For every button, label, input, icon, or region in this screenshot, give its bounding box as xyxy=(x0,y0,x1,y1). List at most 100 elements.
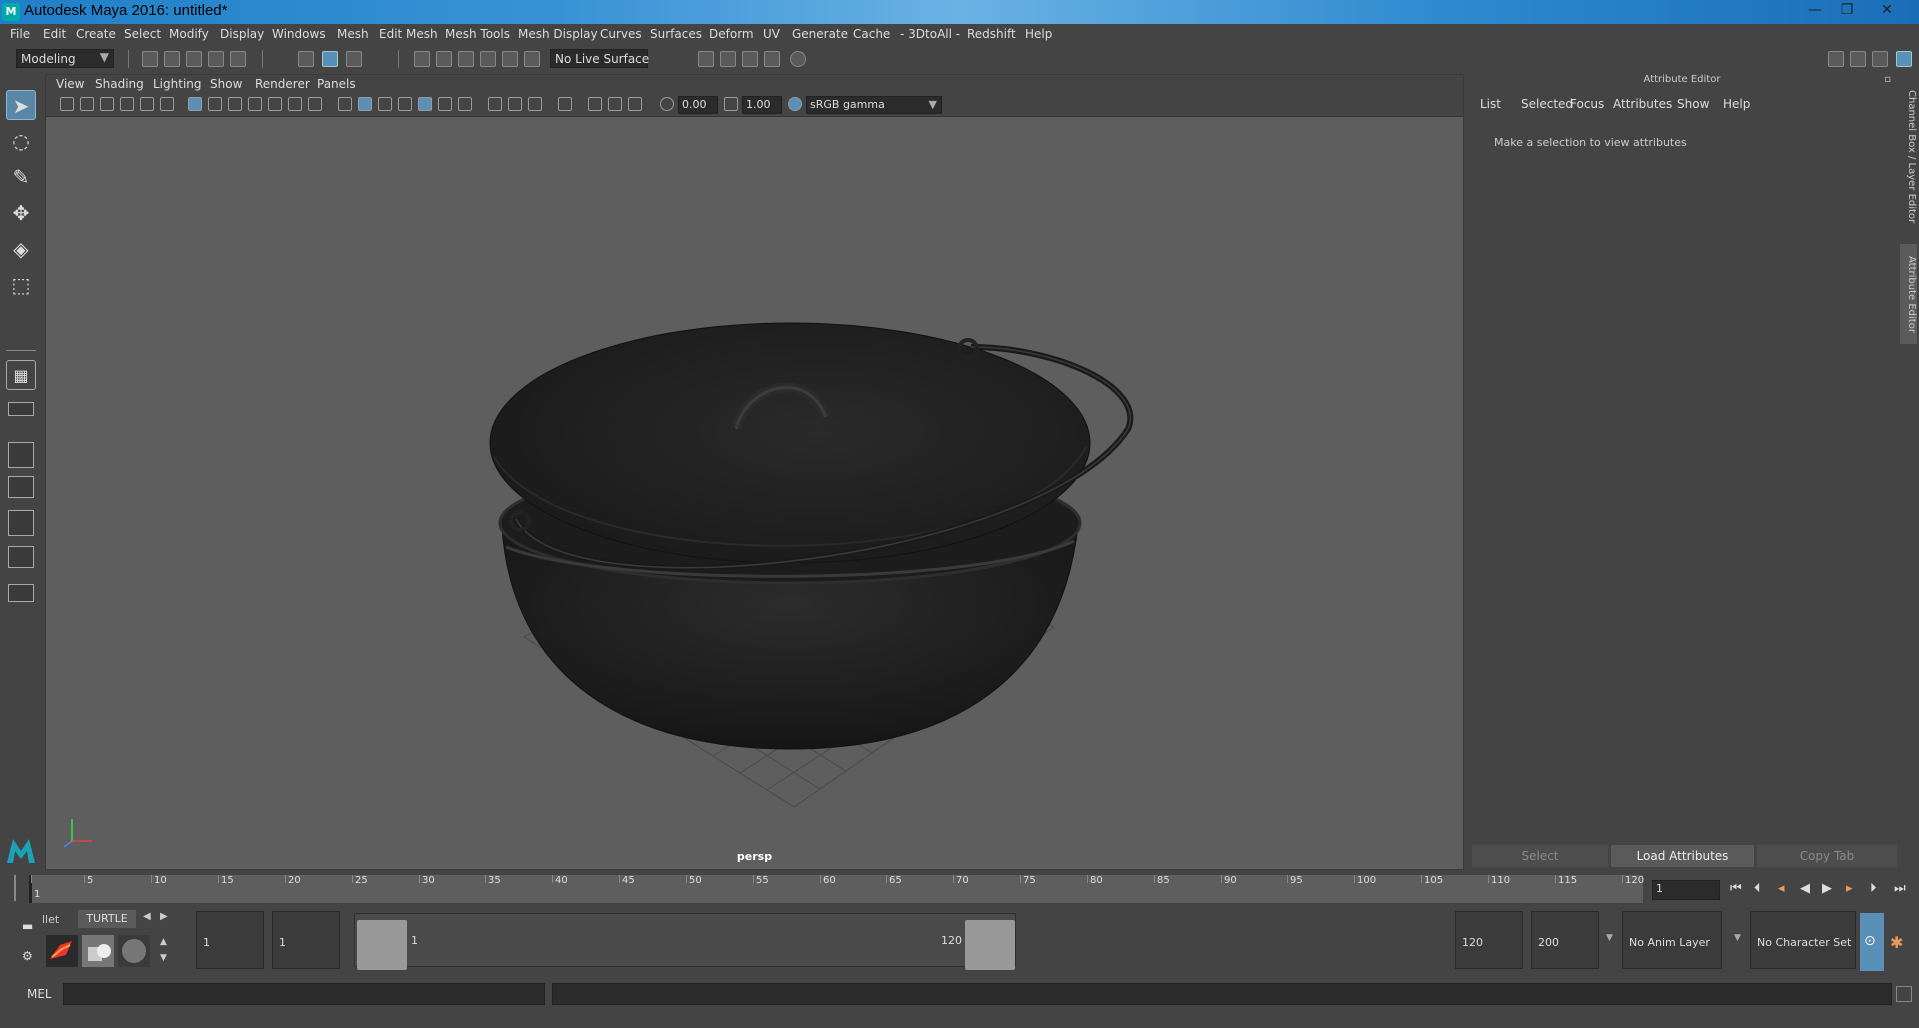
shelf-settings-gear-icon[interactable]: ⚙ xyxy=(22,949,33,963)
script-editor-icon[interactable] xyxy=(1896,986,1912,1002)
xray-icon[interactable] xyxy=(588,97,602,111)
range-end-handle[interactable] xyxy=(965,920,1015,970)
menu-mesh[interactable]: Mesh xyxy=(337,27,369,41)
render-view-icon[interactable] xyxy=(698,51,714,67)
attr-menu-show[interactable]: Show xyxy=(1677,97,1709,111)
menu-3dtoall[interactable]: - 3DtoAll - xyxy=(900,27,960,41)
auto-key-toggle[interactable]: ⊙ xyxy=(1860,913,1884,971)
new-scene-icon[interactable] xyxy=(142,51,158,67)
playback-end-field[interactable]: 120 xyxy=(1455,911,1523,969)
attribute-editor-toggle-icon[interactable] xyxy=(1872,51,1888,67)
color-space-dropdown[interactable]: sRGB gamma ▼ xyxy=(806,96,942,114)
maya-app-icon[interactable]: M xyxy=(2,3,20,21)
gate-mask-icon[interactable] xyxy=(248,97,262,111)
grid-toggle-icon[interactable] xyxy=(188,97,202,111)
menu-display[interactable]: Display xyxy=(220,27,264,41)
panel-menu-lighting[interactable]: Lighting xyxy=(153,77,202,91)
panel-menu-shading[interactable]: Shading xyxy=(95,77,144,91)
minimize-button[interactable]: — xyxy=(1800,0,1830,20)
attr-menu-list[interactable]: List xyxy=(1480,97,1501,111)
menu-mesh-tools[interactable]: Mesh Tools xyxy=(445,27,510,41)
go-to-start-icon[interactable]: ⏮ xyxy=(1730,881,1742,896)
move-tool-icon[interactable]: ✥ xyxy=(6,198,36,228)
panel-menu-renderer[interactable]: Renderer xyxy=(255,77,310,91)
save-scene-icon[interactable] xyxy=(186,51,202,67)
paint-select-tool-icon[interactable]: ✎ xyxy=(6,162,36,192)
select-by-hierarchy-icon[interactable] xyxy=(298,51,314,67)
safe-action-icon[interactable] xyxy=(288,97,302,111)
mel-label[interactable]: MEL xyxy=(27,987,52,1001)
xray-joints-icon[interactable] xyxy=(608,97,622,111)
outliner-persp-graph-layout-icon[interactable] xyxy=(8,546,34,568)
anti-aliasing-icon[interactable] xyxy=(528,97,542,111)
menu-modify[interactable]: Modify xyxy=(169,27,209,41)
exposure-field[interactable]: 0.00 xyxy=(678,96,718,114)
snap-live-icon[interactable] xyxy=(502,51,518,67)
tab-channel-box[interactable]: Channel Box / Layer Editor xyxy=(1900,82,1917,232)
shelf-up-icon[interactable]: ▲ xyxy=(160,937,167,947)
current-frame-field[interactable]: 1 xyxy=(1652,880,1720,900)
time-slider[interactable]: 1 5 10 15 20 25 30 35 40 45 50 55 60 65 70 75 80 85 90 95 10… xyxy=(0,872,1919,904)
field-chart-icon[interactable] xyxy=(268,97,282,111)
channel-box-toggle-icon[interactable] xyxy=(1850,51,1866,67)
hypershade-icon[interactable] xyxy=(790,51,806,67)
shelf-scroll-right-icon[interactable]: ▶ xyxy=(160,911,168,922)
viewport-panel[interactable]: View Shading Lighting Show Renderer Pane… xyxy=(45,74,1464,870)
persp-graph-layout-icon[interactable] xyxy=(8,476,34,498)
load-attributes-button[interactable]: Load Attributes xyxy=(1611,845,1754,867)
snap-point-icon[interactable] xyxy=(458,51,474,67)
smooth-shade-icon[interactable] xyxy=(358,97,372,111)
gamma-field[interactable]: 1.00 xyxy=(742,96,782,114)
live-surface-field[interactable]: No Live Surface xyxy=(550,49,649,68)
shelf-scroll-left-icon[interactable]: ◀ xyxy=(143,911,151,922)
range-start-handle[interactable] xyxy=(357,920,407,970)
four-view-layout-icon[interactable] xyxy=(8,402,34,416)
menu-surfaces[interactable]: Surfaces xyxy=(650,27,702,41)
menu-redshift[interactable]: Redshift xyxy=(967,27,1016,41)
turtle-render-icon[interactable] xyxy=(46,935,78,967)
go-to-end-icon[interactable]: ⏭ xyxy=(1894,881,1906,896)
screen-space-ao-icon[interactable] xyxy=(488,97,502,111)
tab-attribute-editor[interactable]: Attribute Editor xyxy=(1900,244,1917,344)
custom-layout-icon[interactable] xyxy=(8,584,34,602)
color-management-icon[interactable] xyxy=(788,97,802,111)
menu-select[interactable]: Select xyxy=(124,27,161,41)
use-all-lights-icon[interactable] xyxy=(438,97,452,111)
grease-pencil-icon[interactable] xyxy=(160,97,174,111)
shadows-icon[interactable] xyxy=(458,97,472,111)
select-by-object-icon[interactable] xyxy=(322,51,338,67)
step-forward-icon[interactable]: ⏵ xyxy=(1870,881,1877,896)
film-gate-icon[interactable] xyxy=(208,97,222,111)
step-back-icon[interactable]: ⏴ xyxy=(1754,881,1761,896)
ipr-render-icon[interactable] xyxy=(742,51,758,67)
redo-icon[interactable] xyxy=(230,51,246,67)
layer-editor-toggle-icon[interactable] xyxy=(1896,51,1912,67)
snap-grid-icon[interactable] xyxy=(414,51,430,67)
turtle-bake-icon[interactable] xyxy=(82,935,114,967)
camera-attributes-icon[interactable] xyxy=(80,97,94,111)
xray-components-icon[interactable] xyxy=(628,97,642,111)
image-plane-icon[interactable] xyxy=(120,97,134,111)
playback-start-field[interactable]: 1 xyxy=(272,911,340,969)
persp-outliner-layout-icon[interactable] xyxy=(8,510,34,536)
menu-edit[interactable]: Edit xyxy=(43,27,66,41)
undo-icon[interactable] xyxy=(208,51,224,67)
anim-layer-dropdown[interactable]: No Anim Layer xyxy=(1622,911,1722,969)
resolution-gate-icon[interactable] xyxy=(228,97,242,111)
menu-curves[interactable]: Curves xyxy=(600,27,642,41)
render-settings-icon[interactable] xyxy=(764,51,780,67)
attr-menu-focus[interactable]: Focus xyxy=(1570,97,1604,111)
exposure-icon[interactable] xyxy=(660,97,674,111)
side-by-side-layout-icon[interactable] xyxy=(8,442,34,468)
float-panel-icon[interactable]: ▫ xyxy=(1884,74,1891,85)
modeling-toolkit-icon[interactable] xyxy=(1828,51,1844,67)
menu-mesh-display[interactable]: Mesh Display xyxy=(518,27,598,41)
step-forward-key-icon[interactable]: ▸ xyxy=(1846,881,1853,896)
menu-help[interactable]: Help xyxy=(1025,27,1052,41)
bookmark-icon[interactable] xyxy=(100,97,114,111)
safe-title-icon[interactable] xyxy=(308,97,322,111)
magnet-icon[interactable] xyxy=(524,51,540,67)
play-forwards-icon[interactable]: ▶ xyxy=(1822,881,1832,896)
attr-menu-help[interactable]: Help xyxy=(1723,97,1750,111)
animation-end-field[interactable]: 200 xyxy=(1531,911,1599,969)
